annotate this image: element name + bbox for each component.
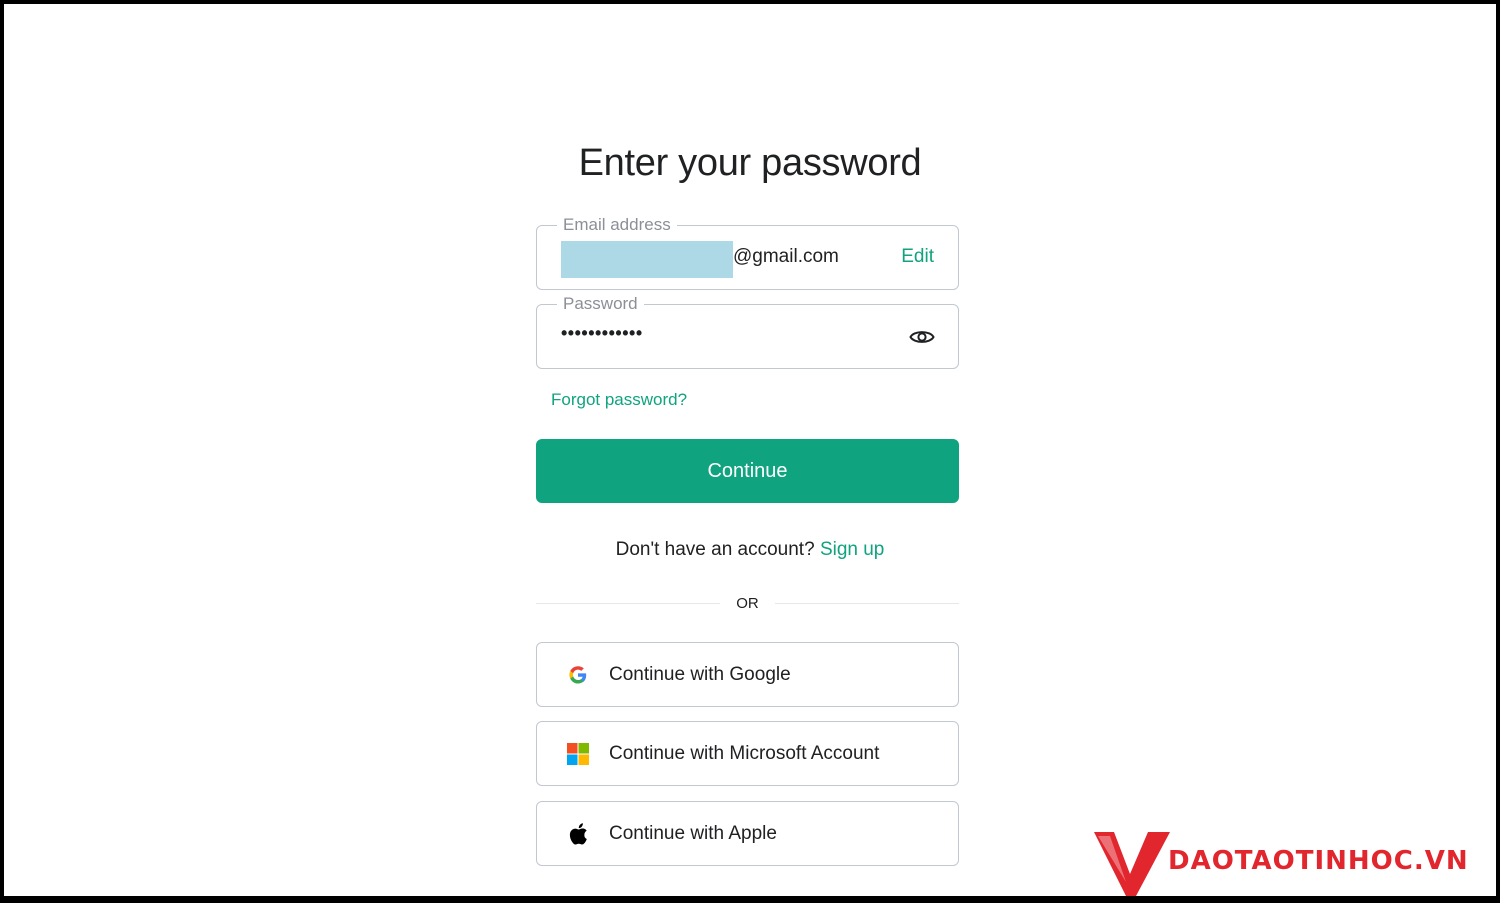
microsoft-button-label: Continue with Microsoft Account [609,742,880,764]
email-value: @gmail.com [733,246,839,267]
watermark-text: DAOTAOTINHOC.VN [1168,846,1469,876]
login-page: Enter your password Email address @gmail… [4,4,1496,896]
email-field[interactable]: Email address @gmail.com Edit [536,215,959,290]
continue-button[interactable]: Continue [536,439,959,503]
google-button-label: Continue with Google [609,663,791,685]
or-label: OR [736,594,759,612]
or-divider: OR [536,593,959,613]
divider-line-left [536,602,721,604]
divider-line-right [774,602,959,604]
apple-button-label: Continue with Apple [609,822,777,844]
continue-with-apple-button[interactable]: Continue with Apple [536,801,959,866]
password-value[interactable]: •••••••••••• [561,323,643,344]
watermark-logo: DAOTAOTINHOC.VN [1092,828,1498,898]
continue-with-google-button[interactable]: Continue with Google [536,642,959,707]
continue-with-microsoft-button[interactable]: Continue with Microsoft Account [536,721,959,786]
apple-icon [567,822,589,845]
password-field[interactable]: Password •••••••••••• [536,294,959,369]
signup-link[interactable]: Sign up [820,539,884,560]
watermark-logo-icon [1094,832,1170,896]
email-redaction [561,241,733,278]
password-field-label: Password [557,294,644,314]
email-field-label: Email address [557,215,677,235]
signup-prompt: Don't have an account? [615,539,815,560]
edit-email-link[interactable]: Edit [901,246,934,268]
google-icon [567,664,589,686]
page-title: Enter your password [578,142,922,184]
forgot-password-link[interactable]: Forgot password? [551,390,687,410]
eye-icon[interactable] [908,324,936,350]
microsoft-icon [567,742,589,765]
signup-prompt-row: Don't have an account? Sign up [4,539,1496,561]
